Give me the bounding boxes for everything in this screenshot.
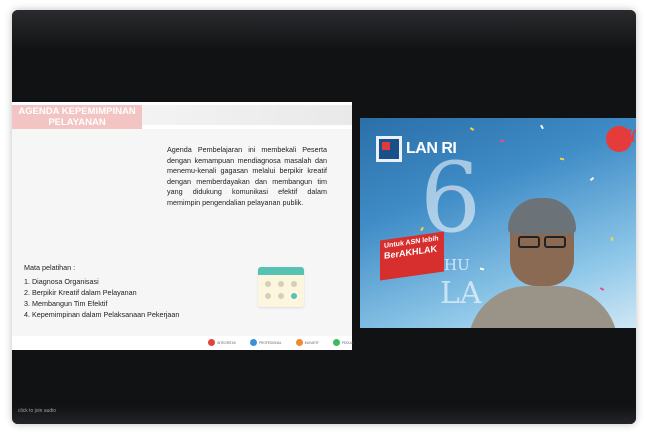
speaker-body xyxy=(468,286,618,328)
list-item: 3. Membangun Tim Efektif xyxy=(24,299,108,308)
bottom-toolbar-area xyxy=(12,406,636,424)
speaker-beanie xyxy=(508,198,576,234)
core-value-profesional: PROFESIONAL xyxy=(249,339,282,346)
core-value-integritas: INTEGRITAS xyxy=(208,339,236,346)
inovatif-icon xyxy=(295,339,303,346)
lan-logo-icon xyxy=(376,136,402,162)
core-values: INTEGRITAS PROFESIONAL INOVATIF PEDULI xyxy=(208,339,353,346)
profesional-icon xyxy=(249,339,257,346)
peduli-icon xyxy=(332,339,340,346)
slide-title-line2: PELAYANAN xyxy=(48,117,106,128)
meeting-window: AGENDA KEPEMIMPINAN PELAYANAN Agenda Pem… xyxy=(12,10,636,424)
mata-pelatihan-list: 1. Diagnosa Organisasi 2. Berpikir Kreat… xyxy=(24,276,179,320)
lan-logo-text: LAN RI xyxy=(406,140,457,157)
slide-title: AGENDA KEPEMIMPINAN PELAYANAN xyxy=(12,105,142,130)
core-value-inovatif: INOVATIF xyxy=(295,339,319,346)
slide-description: Agenda Pembelajaran ini membekali Pesert… xyxy=(167,145,327,207)
self-view-name[interactable]: click to join audio xyxy=(18,408,56,414)
integritas-icon xyxy=(208,339,215,346)
shared-screen-slide[interactable]: AGENDA KEPEMIMPINAN PELAYANAN Agenda Pem… xyxy=(12,102,353,350)
list-item: 1. Diagnosa Organisasi xyxy=(24,277,99,286)
slide-header-band xyxy=(142,105,352,125)
lan-ri-logo: LAN RI xyxy=(376,136,457,162)
list-item: 2. Berpikir Kreatif dalam Pelayanan xyxy=(24,288,137,297)
corner-mark: 7( xyxy=(623,126,636,142)
speaker-video-tile[interactable]: 6 TAHU LA LAN RI 7( Untuk ASN lebih BerA… xyxy=(360,118,636,328)
calendar-icon xyxy=(258,267,304,307)
list-item: 4. Kepemimpinan dalam Pelaksanaan Pekerj… xyxy=(24,310,180,319)
lan-background-text: LA xyxy=(440,276,482,311)
slide-footer: INTEGRITAS PROFESIONAL INOVATIF PEDULI xyxy=(12,336,353,350)
mata-pelatihan-heading: Mata pelatihan : xyxy=(24,263,76,272)
speaker-glasses xyxy=(514,236,570,248)
slide-body: Agenda Pembelajaran ini membekali Pesert… xyxy=(12,129,352,336)
slide-title-line1: AGENDA KEPEMIMPINAN xyxy=(18,106,136,117)
core-value-peduli: PEDULI xyxy=(332,339,353,346)
